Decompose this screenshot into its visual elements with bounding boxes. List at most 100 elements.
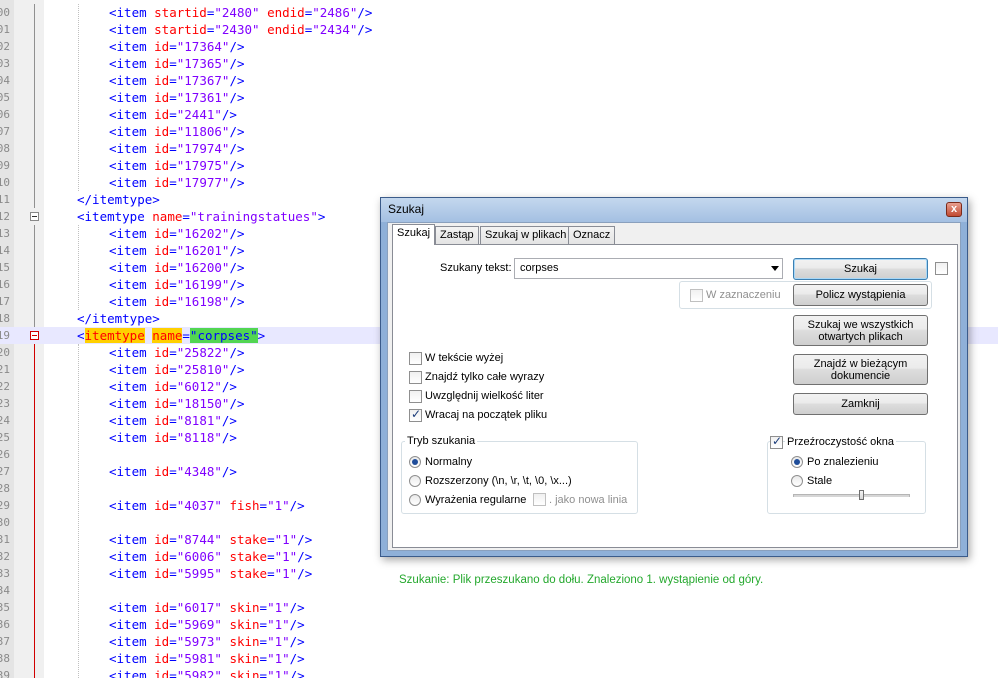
match-case-checkbox[interactable]: [409, 390, 422, 403]
tab-find-in-files[interactable]: Szukaj w plikach: [480, 226, 572, 244]
code-line[interactable]: 00 <item startid="2480" endid="2486"/>: [0, 4, 998, 21]
dialog-body: Szukaj Zastąp Szukaj w plikach Oznacz Sz…: [387, 222, 961, 586]
code-line[interactable]: 07 <item id="11806"/>: [0, 123, 998, 140]
transparency-on-find-radio[interactable]: [791, 456, 803, 468]
search-input[interactable]: corpses: [514, 258, 783, 279]
fold-line: [34, 4, 35, 208]
code-line[interactable]: 08 <item id="17974"/>: [0, 140, 998, 157]
line-number: 25: [0, 431, 10, 444]
code-text: <item id="6012"/>: [109, 379, 237, 394]
code-text: <item id="8118"/>: [109, 430, 237, 445]
tab-mark[interactable]: Oznacz: [568, 226, 616, 244]
search-mode-title: Tryb szukania: [405, 435, 478, 447]
line-number: 29: [0, 499, 10, 512]
code-line[interactable]: 04 <item id="17367"/>: [0, 72, 998, 89]
dialog-title: Szukaj: [388, 202, 425, 216]
line-number: 17: [0, 295, 10, 308]
find-all-open-button[interactable]: Szukaj we wszystkich otwartych plikach: [793, 315, 928, 346]
line-number: 21: [0, 363, 10, 376]
code-line[interactable]: 36 <item id="5969" skin="1"/>: [0, 616, 998, 633]
line-number: 31: [0, 533, 10, 546]
code-line[interactable]: 06 <item id="2441"/>: [0, 106, 998, 123]
find-button[interactable]: Szukaj: [793, 258, 928, 280]
line-number: 30: [0, 516, 10, 529]
line-number: 05: [0, 91, 10, 104]
whole-word-checkbox[interactable]: [409, 371, 422, 384]
dialog-titlebar[interactable]: Szukaj x: [381, 198, 967, 222]
line-number: 39: [0, 669, 10, 678]
code-line[interactable]: 38 <item id="5981" skin="1"/>: [0, 650, 998, 667]
dot-newline-checkbox[interactable]: [533, 493, 546, 506]
code-text: <item id="17974"/>: [109, 141, 245, 156]
code-text: <item id="5982" skin="1"/>: [109, 668, 305, 678]
tab-find[interactable]: Szukaj: [392, 224, 436, 245]
code-text: <item startid="2480" endid="2486"/>: [109, 5, 373, 20]
status-message: Szukanie: Plik przeszukano do dołu. Znal…: [399, 574, 764, 586]
find-tab-panel: Szukany tekst: corpses Szukaj W zaznacze…: [392, 244, 958, 586]
code-text: <item id="5995" stake="1"/>: [109, 566, 313, 581]
code-text: <item id="17361"/>: [109, 90, 245, 105]
line-number: 14: [0, 244, 10, 257]
line-number: 10: [0, 176, 10, 189]
close-button[interactable]: Zamknij: [793, 393, 928, 415]
code-text: <item id="17364"/>: [109, 39, 245, 54]
code-line[interactable]: 37 <item id="5973" skin="1"/>: [0, 633, 998, 650]
line-number: 20: [0, 346, 10, 359]
indent-guide: [78, 344, 79, 678]
search-input-value: corpses: [520, 262, 559, 274]
code-text: <item id="17365"/>: [109, 56, 245, 71]
in-selection-label: W zaznaczeniu: [706, 289, 781, 301]
code-line[interactable]: 39 <item id="5982" skin="1"/>: [0, 667, 998, 678]
code-line[interactable]: 10 <item id="17977"/>: [0, 174, 998, 191]
line-number: 27: [0, 465, 10, 478]
code-line[interactable]: 35 <item id="6017" skin="1"/>: [0, 599, 998, 616]
mode-regex-radio[interactable]: [409, 494, 421, 506]
find-all-current-button[interactable]: Znajdź w bieżącym dokumencie: [793, 354, 928, 385]
transparency-title: Przeźroczystość okna: [785, 436, 896, 448]
indent-guide: [78, 4, 79, 191]
transparency-slider[interactable]: [793, 494, 910, 497]
close-icon[interactable]: x: [946, 202, 962, 217]
code-line[interactable]: 09 <item id="17975"/>: [0, 157, 998, 174]
code-text: <item id="5981" skin="1"/>: [109, 651, 305, 666]
line-number: 33: [0, 567, 10, 580]
code-line[interactable]: 05 <item id="17361"/>: [0, 89, 998, 106]
mode-extended-radio[interactable]: [409, 475, 421, 487]
wrap-around-label: Wracaj na początek pliku: [425, 409, 548, 421]
fold-toggle-icon[interactable]: [30, 212, 39, 221]
line-number: 12: [0, 210, 10, 223]
in-selection-checkbox[interactable]: [690, 289, 703, 302]
code-text: <item id="17367"/>: [109, 73, 245, 88]
code-text: <item id="16199"/>: [109, 277, 245, 292]
code-line[interactable]: 03 <item id="17365"/>: [0, 55, 998, 72]
code-text: <item id="25822"/>: [109, 345, 245, 360]
code-text: <item startid="2430" endid="2434"/>: [109, 22, 373, 37]
code-line[interactable]: 01 <item startid="2430" endid="2434"/>: [0, 21, 998, 38]
transparency-slider-thumb[interactable]: [859, 490, 864, 500]
mode-regex-label: Wyrażenia regularne: [425, 494, 527, 506]
line-number: 37: [0, 635, 10, 648]
fold-toggle-icon[interactable]: [30, 331, 39, 340]
tab-replace[interactable]: Zastąp: [435, 226, 479, 244]
chevron-down-icon[interactable]: [771, 266, 779, 271]
backward-checkbox[interactable]: [409, 352, 422, 365]
count-button[interactable]: Policz wystąpienia: [793, 284, 928, 306]
line-number: 08: [0, 142, 10, 155]
transparency-always-radio[interactable]: [791, 475, 803, 487]
transparency-checkbox[interactable]: [770, 434, 783, 449]
line-number: 09: [0, 159, 10, 172]
line-number: 07: [0, 125, 10, 138]
line-number: 23: [0, 397, 10, 410]
transparency-side-checkbox[interactable]: [935, 262, 948, 275]
code-line[interactable]: 02 <item id="17364"/>: [0, 38, 998, 55]
code-text: <item id="16198"/>: [109, 294, 245, 309]
code-text: <item id="2441"/>: [109, 107, 237, 122]
line-number: 04: [0, 74, 10, 87]
fold-line: [34, 225, 35, 327]
wrap-around-checkbox[interactable]: [409, 407, 422, 422]
mode-normal-radio[interactable]: [409, 456, 421, 468]
line-number: 22: [0, 380, 10, 393]
line-number: 24: [0, 414, 10, 427]
transparency-on-find-label: Po znalezieniu: [807, 456, 879, 468]
code-text: <item id="25810"/>: [109, 362, 245, 377]
